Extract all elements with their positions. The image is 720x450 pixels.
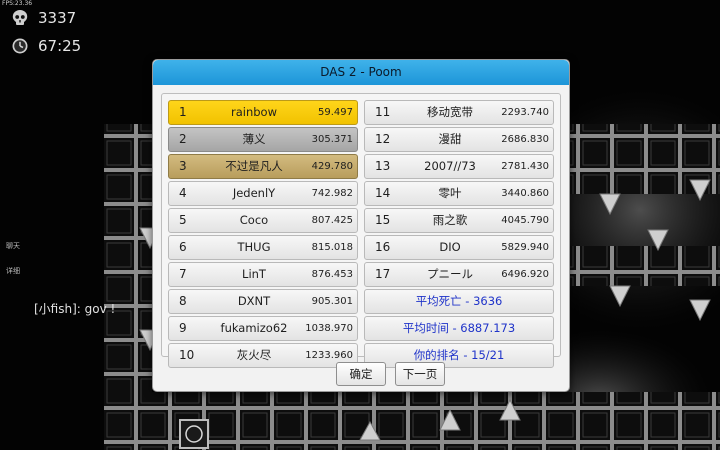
rank-number: 9	[179, 321, 187, 335]
rank-number: 6	[179, 240, 187, 254]
player-name: 雨之歌	[432, 213, 468, 227]
rank-number: 14	[375, 186, 391, 200]
rank-number: 4	[179, 186, 187, 200]
leaderboard-row: 13 2007//73 2781.430	[364, 154, 554, 179]
player-name: DIO	[439, 240, 461, 254]
rank-number: 2	[179, 132, 187, 146]
clear-time: 815.018	[311, 242, 353, 253]
leaderboard-dialog: DAS 2 - Poom 1 rainbow 59.497 2 薄义 305.371 3 不过…	[152, 59, 570, 392]
your-rank: 你的排名 - 15/21	[364, 343, 554, 368]
clear-time: 5829.940	[501, 242, 549, 253]
player-name: JedenlY	[232, 186, 276, 200]
clear-time: 3440.860	[501, 188, 549, 199]
death-counter: 3337	[11, 6, 76, 30]
detail-tab[interactable]: 详细	[6, 266, 20, 276]
rank-number: 5	[179, 213, 187, 227]
leaderboard-row: 2 薄义 305.371	[168, 127, 358, 152]
clear-time: 59.497	[318, 107, 353, 118]
rank-number: 10	[179, 348, 195, 362]
clock-icon	[12, 38, 28, 54]
player-name: 零叶	[438, 186, 462, 200]
player-name: fukamizo62	[220, 321, 288, 335]
player-name: DXNT	[237, 294, 271, 308]
confirm-button[interactable]: 确定	[336, 362, 386, 386]
leaderboard-row: 15 雨之歌 4045.790	[364, 208, 554, 233]
player-name: THUG	[237, 240, 271, 254]
rank-number: 3	[179, 159, 187, 173]
leaderboard-row: 8 DXNT 905.301	[168, 289, 358, 314]
clear-time: 4045.790	[501, 215, 549, 226]
player-name: 2007//73	[424, 159, 476, 173]
skull-icon	[12, 10, 28, 25]
leaderboard-right-rows: 11 移动宽带 2293.740 12 漫甜 2686.830 13 2007//73 2781…	[364, 100, 554, 287]
rank-number: 1	[179, 105, 187, 119]
rank-number: 11	[375, 105, 391, 119]
dialog-title: DAS 2 - Poom	[153, 60, 569, 85]
next-page-button[interactable]: 下一页	[395, 362, 445, 386]
leaderboard-row: 17 プニール 6496.920	[364, 262, 554, 287]
player-name: LinT	[242, 267, 266, 281]
rank-number: 15	[375, 213, 391, 227]
clear-time: 876.453	[311, 269, 353, 280]
rank-number: 8	[179, 294, 187, 308]
chat-message: [小fish]: gov !	[34, 302, 116, 316]
leaderboard-row: 16 DIO 5829.940	[364, 235, 554, 260]
clear-time: 2686.830	[501, 134, 549, 145]
leaderboard-row: 11 移动宽带 2293.740	[364, 100, 554, 125]
leaderboard-row: 5 Coco 807.425	[168, 208, 358, 233]
player-name: 漫甜	[438, 132, 462, 146]
leaderboard-row: 9 fukamizo62 1038.970	[168, 316, 358, 341]
leaderboard-row: 7 LinT 876.453	[168, 262, 358, 287]
clear-time: 429.780	[311, 161, 353, 172]
block-wall	[568, 246, 720, 286]
clear-time: 2781.430	[501, 161, 549, 172]
clear-time: 807.425	[311, 215, 353, 226]
player-name: 不过是凡人	[225, 159, 283, 173]
player-name: 移动宽带	[427, 105, 473, 119]
rank-number: 16	[375, 240, 391, 254]
play-timer: 67:25	[11, 34, 81, 58]
leaderboard-row: 12 漫甜 2686.830	[364, 127, 554, 152]
time-value: 67:25	[38, 37, 82, 55]
rank-number: 7	[179, 267, 187, 281]
clear-time: 2293.740	[501, 107, 549, 118]
leaderboard-left-column: 1 rainbow 59.497 2 薄义 305.371 3 不过是凡人 429.780 4 Je…	[168, 100, 358, 370]
leaderboard-row: 4 JedenlY 742.982	[168, 181, 358, 206]
leaderboard-row: 1 rainbow 59.497	[168, 100, 358, 125]
player-name: 薄义	[242, 132, 266, 146]
player-name: Coco	[239, 213, 269, 227]
clear-time: 742.982	[311, 188, 353, 199]
chat-tab[interactable]: 聊天	[6, 241, 20, 251]
clear-time: 305.371	[311, 134, 353, 145]
clear-time: 6496.920	[501, 269, 549, 280]
leaderboard-row: 10 灰火尽 1233.960	[168, 343, 358, 368]
player-name: 灰火尽	[236, 348, 272, 362]
rank-number: 17	[375, 267, 391, 281]
leaderboard-row: 14 零叶 3440.860	[364, 181, 554, 206]
clear-time: 905.301	[311, 296, 353, 307]
leaderboard-right-column: 11 移动宽带 2293.740 12 漫甜 2686.830 13 2007//73 2781…	[364, 100, 554, 370]
average-deaths: 平均死亡 - 3636	[364, 289, 554, 314]
leaderboard-row: 6 THUG 815.018	[168, 235, 358, 260]
save-point	[179, 419, 209, 449]
average-time: 平均时间 - 6887.173	[364, 316, 554, 341]
player-name: rainbow	[231, 105, 277, 119]
death-count: 3337	[38, 9, 77, 27]
leaderboard-row: 3 不过是凡人 429.780	[168, 154, 358, 179]
leaderboard-panel: 1 rainbow 59.497 2 薄义 305.371 3 不过是凡人 429.780 4 Je…	[161, 93, 561, 368]
player-name: プニール	[427, 267, 473, 281]
rank-number: 12	[375, 132, 391, 146]
clear-time: 1038.970	[305, 323, 353, 334]
rank-number: 13	[375, 159, 391, 173]
